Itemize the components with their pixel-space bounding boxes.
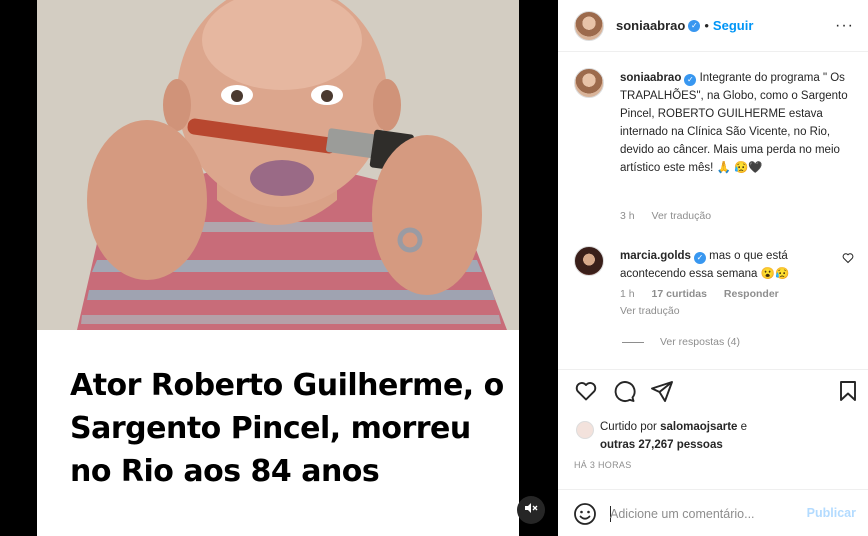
add-comment-bar: Publicar [558,489,868,536]
share-icon[interactable] [650,379,674,403]
liker-username[interactable]: salomaojsarte [660,421,737,433]
avatar[interactable] [574,246,604,276]
verified-icon: ✓ [693,252,706,264]
avatar[interactable] [574,10,604,41]
comment-icon[interactable] [612,379,636,403]
caption: soniaabrao ✓ Integrante do programa " Os … [574,68,854,238]
heart-icon[interactable] [574,379,598,403]
post-timestamp[interactable]: HÁ 3 HORAS [574,460,632,470]
likes-prefix: Curtido por [600,421,657,433]
reply-button[interactable]: Responder [724,288,779,300]
comment-likes[interactable]: 17 curtidas [652,288,707,300]
action-bar [558,371,868,411]
follow-button[interactable]: Seguir [713,18,753,33]
comment-body: marcia.golds ✓ mas o que está acontecendo… [620,247,856,283]
separator-dot: • [704,18,709,33]
translate-link[interactable]: Ver tradução [620,305,680,317]
caption-time[interactable]: 3 h [620,210,635,222]
comment-username[interactable]: marcia.golds [620,250,691,262]
header-username[interactable]: soniaabrao [616,18,685,33]
mute-button[interactable] [517,496,545,524]
emoji-icon[interactable] [573,502,597,526]
avatar[interactable] [574,68,604,98]
caption-body: soniaabrao ✓ Integrante do programa " Os … [620,69,856,177]
post-photo[interactable] [37,0,519,330]
verified-icon: ✓ [688,19,701,32]
view-replies-label: Ver respostas (4) [660,336,740,348]
more-options-icon[interactable]: ··· [835,17,854,35]
publish-button[interactable]: Publicar [807,506,856,520]
headline-card: Ator Roberto Guilherme, o Sargento Pince… [37,330,519,536]
comment-input[interactable] [610,503,800,525]
likes-count[interactable]: outras 27,267 pessoas [600,439,723,451]
caption-username[interactable]: soniaabrao [620,72,681,84]
liker-avatar[interactable] [576,421,594,439]
verified-icon: ✓ [684,74,697,86]
post-headline: Ator Roberto Guilherme, o Sargento Pince… [70,368,504,489]
bookmark-icon[interactable] [836,379,860,403]
divider [622,341,644,343]
likes-summary: Curtido por salomaojsarte e outras 27,26… [574,418,854,454]
post-side-panel: soniaabrao ✓ • Seguir ··· soniaabrao ✓ In… [558,0,868,536]
translate-link[interactable]: Ver tradução [652,210,712,222]
post-header: soniaabrao ✓ • Seguir ··· [558,0,868,52]
comment-translate: Ver tradução [620,305,694,317]
comment-like-icon[interactable] [842,252,854,267]
caption-text: Integrante do programa " Os TRAPALHÕES",… [620,72,848,174]
caption-meta: 3 h Ver tradução [620,210,725,222]
comment-item: marcia.golds ✓ mas o que está acontecendo… [574,246,854,326]
speaker-muted-icon [524,501,538,520]
comment-time[interactable]: 1 h [620,288,635,300]
comments-section: soniaabrao ✓ Integrante do programa " Os … [558,53,868,370]
likes-text: Curtido por salomaojsarte e outras 27,26… [600,418,747,454]
view-replies-button[interactable]: Ver respostas (4) [622,336,740,348]
instagram-post-modal: Ator Roberto Guilherme, o Sargento Pince… [0,0,868,536]
comment-meta: 1 h 17 curtidas Responder [620,288,793,300]
likes-suffix: e [740,421,748,433]
post-media: Ator Roberto Guilherme, o Sargento Pince… [0,0,558,536]
